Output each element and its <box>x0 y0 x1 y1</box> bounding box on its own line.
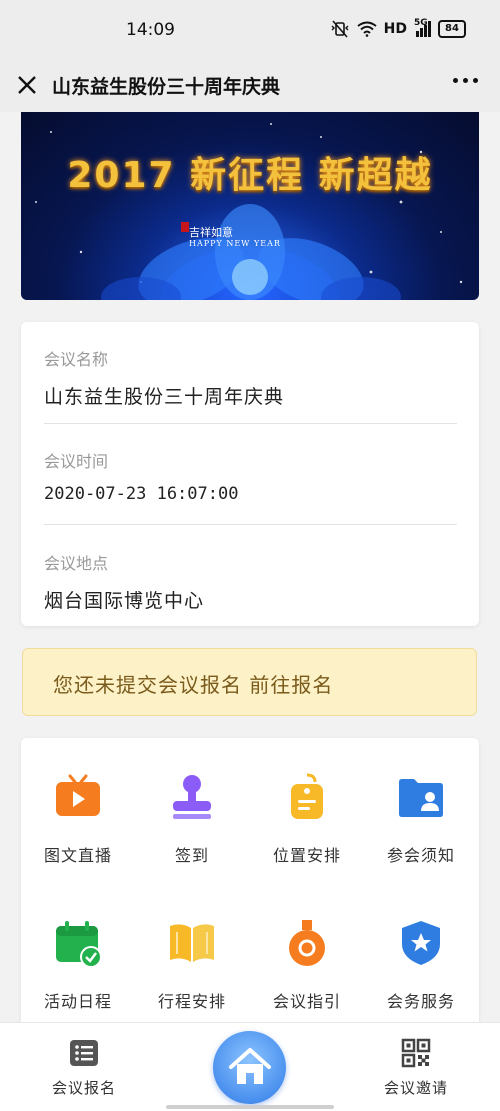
meeting-place-value: 烟台国际博览中心 <box>44 590 205 612</box>
feature-label: 会务服务 <box>386 992 455 1011</box>
home-icon <box>229 1048 271 1084</box>
divider <box>44 423 457 424</box>
feature-label: 会议指引 <box>272 992 341 1011</box>
feature-item-itinerary[interactable]: 行程安排 <box>135 918 249 1012</box>
feature-item-notice[interactable]: 参会须知 <box>364 772 478 866</box>
status-bar: 14:09 HD 5G 84 <box>0 0 500 60</box>
meeting-time-row: 会议时间 2020-07-23 16:07:00 <box>44 448 457 504</box>
status-icons: HD 5G 84 <box>330 18 466 38</box>
meeting-time-value: 2020-07-23 16:07:00 <box>44 484 239 504</box>
list-icon <box>70 1040 98 1066</box>
qr-code-icon <box>401 1038 431 1068</box>
feature-label: 参会须知 <box>386 846 455 865</box>
feature-label: 签到 <box>174 846 209 865</box>
meeting-place-label: 会议地点 <box>44 554 109 573</box>
wifi-icon <box>357 21 377 37</box>
close-icon[interactable] <box>12 70 42 100</box>
feature-label: 活动日程 <box>43 992 112 1011</box>
meeting-name-label: 会议名称 <box>44 350 109 369</box>
feature-label: 图文直播 <box>43 846 112 865</box>
banner-caption: 吉祥如意 <box>189 226 233 239</box>
page-title: 山东益生股份三十周年庆典 <box>52 76 281 98</box>
home-button[interactable] <box>213 1031 286 1104</box>
nav-bar: 山东益生股份三十周年庆典 <box>0 60 500 112</box>
stamp-icon <box>173 775 211 819</box>
divider <box>44 524 457 525</box>
banner-caption-sub: HAPPY NEW YEAR <box>189 239 281 248</box>
seat-tag-icon <box>291 773 323 819</box>
vibrate-mute-icon <box>331 20 349 38</box>
calendar-check-icon <box>56 921 102 968</box>
feature-item-live[interactable]: 图文直播 <box>21 772 135 866</box>
registration-notice[interactable]: 您还未提交会议报名 前往报名 <box>22 648 477 716</box>
status-time: 14:09 <box>126 20 175 40</box>
meeting-time-label: 会议时间 <box>44 452 109 471</box>
feature-item-checkin[interactable]: 签到 <box>135 772 249 866</box>
feature-item-guide[interactable]: 会议指引 <box>250 918 364 1012</box>
event-banner: 2017 新征程 新超越 吉祥如意 HAPPY NEW YEAR <box>21 112 479 300</box>
feature-item-schedule[interactable]: 活动日程 <box>21 918 135 1012</box>
feature-label: 位置安排 <box>272 846 341 865</box>
meeting-name-value: 山东益生股份三十周年庆典 <box>44 386 285 408</box>
shield-star-icon <box>402 921 440 965</box>
network-gen-label: 5G <box>414 18 428 28</box>
feature-item-seating[interactable]: 位置安排 <box>250 772 364 866</box>
more-dots-icon[interactable] <box>453 78 478 83</box>
folder-user-icon <box>399 779 443 817</box>
tab-invitation-label: 会议邀请 <box>383 1079 448 1097</box>
open-book-icon <box>170 924 214 962</box>
flower-illustration <box>35 123 463 300</box>
meeting-place-row: 会议地点 烟台国际博览中心 <box>44 550 457 613</box>
registration-notice-text[interactable]: 您还未提交会议报名 前往报名 <box>53 669 333 698</box>
home-indicator <box>166 1105 334 1109</box>
network-type-label: HD <box>383 21 407 37</box>
tab-registration-label: 会议报名 <box>51 1079 116 1097</box>
feature-grid: 图文直播 签到 位置安排 参会须知 活动日程 行程安排 会议指引 会务服务 <box>21 738 479 1028</box>
meeting-info-card: 会议名称 山东益生股份三十周年庆典 会议时间 2020-07-23 16:07:… <box>21 322 479 626</box>
feature-item-service[interactable]: 会务服务 <box>364 918 478 1012</box>
tv-live-icon <box>56 774 100 816</box>
feature-label: 行程安排 <box>157 992 226 1011</box>
cell-signal-icon: 5G <box>414 18 431 37</box>
tab-invitation[interactable]: 会议邀请 <box>356 1037 476 1098</box>
meeting-name-row: 会议名称 山东益生股份三十周年庆典 <box>44 346 457 409</box>
medal-icon <box>289 920 325 966</box>
banner-headline: 2017 新征程 新超越 <box>67 155 433 196</box>
tab-registration[interactable]: 会议报名 <box>24 1037 144 1098</box>
battery-indicator: 84 <box>438 20 466 38</box>
